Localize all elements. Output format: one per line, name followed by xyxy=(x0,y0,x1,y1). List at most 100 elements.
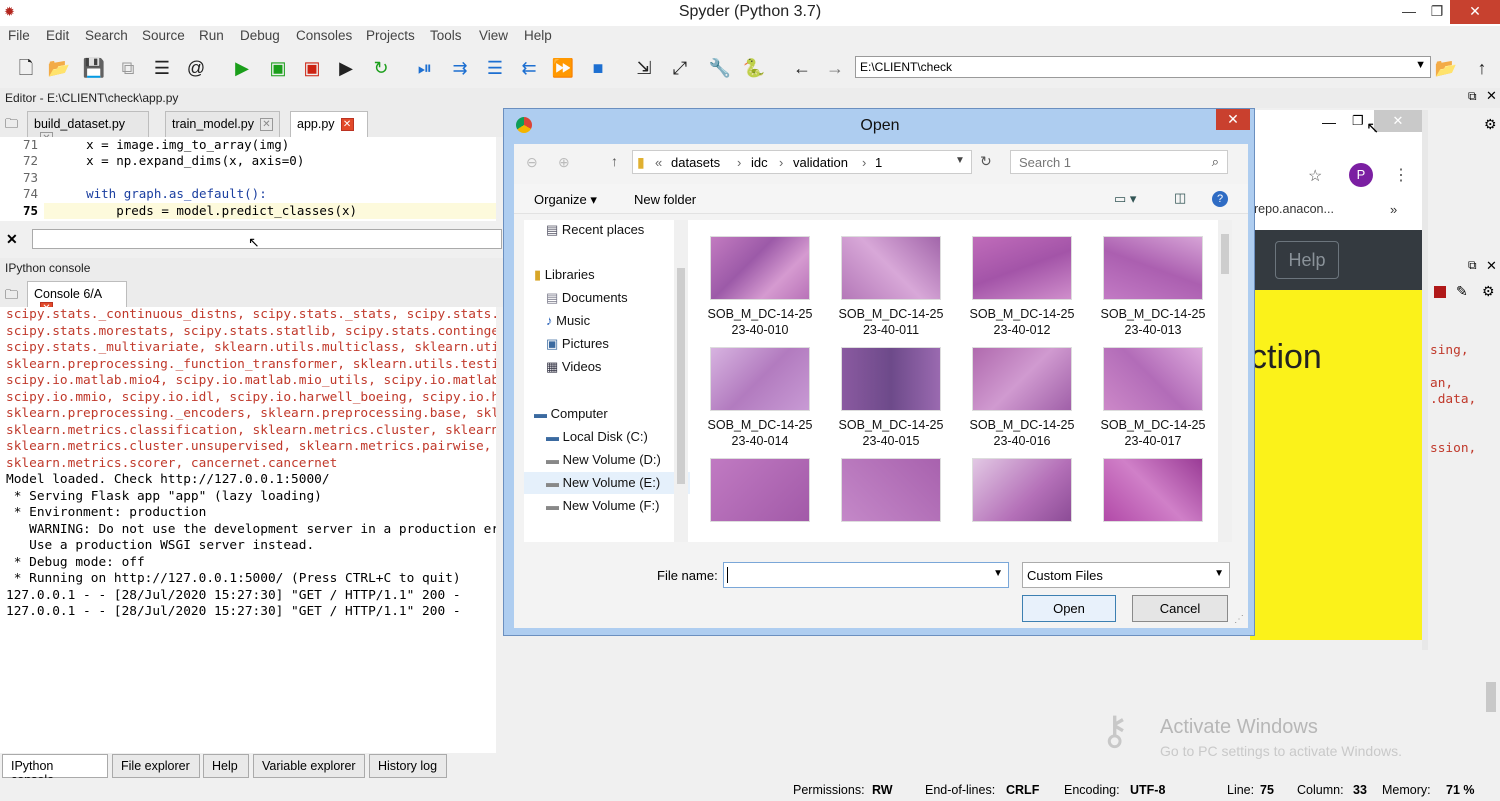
menu-debug[interactable]: Debug xyxy=(240,28,280,43)
file-name[interactable]: SOB_M_DC-14-25 23-40-013 xyxy=(1088,306,1218,338)
nav-computer[interactable]: ▬ Computer xyxy=(534,406,608,421)
file-name[interactable]: SOB_M_DC-14-25 23-40-010 xyxy=(695,306,825,338)
back-arrow-icon[interactable]: ← xyxy=(790,56,814,80)
continue-icon[interactable]: ⏩ xyxy=(551,56,575,80)
dialog-close-button[interactable]: ✕ xyxy=(1216,109,1250,130)
back-icon[interactable]: ⊖ xyxy=(526,154,538,171)
preferences-wrench-icon[interactable]: 🔧 xyxy=(708,56,732,80)
overflow-icon[interactable]: « xyxy=(655,155,662,170)
at-icon[interactable]: @ xyxy=(184,56,208,80)
tab-ipython-console[interactable]: IPython console xyxy=(2,754,108,787)
file-name[interactable]: SOB_M_DC-14-25 23-40-014 xyxy=(695,417,825,449)
kebab-menu-icon[interactable]: ⋮ xyxy=(1393,165,1409,185)
file-thumbnail[interactable] xyxy=(1103,236,1203,300)
python-path-icon[interactable]: 🐍 xyxy=(742,56,766,80)
preview-pane-icon[interactable]: ◫ xyxy=(1174,190,1186,206)
nav-volume-d[interactable]: ▬ New Volume (D:) xyxy=(546,452,661,467)
tab-file-explorer[interactable]: File explorer xyxy=(112,754,200,778)
stop-kernel-icon[interactable] xyxy=(1434,286,1446,298)
refresh-icon[interactable]: ↻ xyxy=(980,153,992,170)
up-folder-icon[interactable]: ↑ xyxy=(611,153,618,169)
list-icon[interactable]: ☰ xyxy=(150,56,174,80)
chevron-down-icon[interactable]: ▼ xyxy=(993,568,1003,579)
save-icon[interactable]: 💾 xyxy=(82,56,106,80)
file-thumbnail[interactable] xyxy=(710,347,810,411)
menu-edit[interactable]: Edit xyxy=(46,28,69,43)
view-options-icon[interactable]: ▭ ▾ xyxy=(1114,191,1136,207)
nav-scrollbar[interactable] xyxy=(674,220,688,542)
menu-file[interactable]: File xyxy=(8,28,30,43)
menu-projects[interactable]: Projects xyxy=(366,28,415,43)
file-thumbnail[interactable] xyxy=(710,458,810,522)
tab-variable-explorer[interactable]: Variable explorer xyxy=(253,754,365,778)
open-file-icon[interactable]: 📂 xyxy=(47,56,71,80)
fullscreen-icon[interactable]: ⤢ xyxy=(668,56,692,80)
stop-debug-icon[interactable]: ■ xyxy=(586,56,610,80)
code-editor[interactable]: 71 x = image.img_to_array(img) 72 x = np… xyxy=(0,137,496,221)
nav-volume-f[interactable]: ▬ New Volume (F:) xyxy=(546,498,659,513)
file-thumbnail[interactable] xyxy=(972,347,1072,411)
step-return-icon[interactable]: ⇇ xyxy=(517,56,541,80)
breadcrumb-datasets[interactable]: datasets xyxy=(671,155,720,170)
file-type-select[interactable]: Custom Files ▼ xyxy=(1022,562,1230,588)
nav-local-disk-c[interactable]: ▬ Local Disk (C:) xyxy=(546,429,648,444)
browser-close-button[interactable]: ✕ xyxy=(1374,110,1422,132)
step-icon[interactable]: ⇉ xyxy=(448,56,472,80)
menu-run[interactable]: Run xyxy=(199,28,224,43)
breadcrumb-idc[interactable]: idc xyxy=(751,155,768,170)
menu-view[interactable]: View xyxy=(479,28,508,43)
file-name[interactable]: SOB_M_DC-14-25 23-40-017 xyxy=(1088,417,1218,449)
file-thumbnail[interactable] xyxy=(972,236,1072,300)
breadcrumb-1[interactable]: 1 xyxy=(875,155,882,170)
browse-tabs-icon[interactable]: 🗀 xyxy=(5,115,18,137)
save-all-icon[interactable]: ⧉ xyxy=(116,56,140,80)
run-icon[interactable]: ▶ xyxy=(230,56,254,80)
nav-pictures[interactable]: ▣ Pictures xyxy=(546,336,609,352)
nav-volume-e[interactable]: ▬ New Volume (E:) xyxy=(546,475,660,490)
console-output[interactable]: scipy.stats._continuous_distns, scipy.st… xyxy=(0,307,496,753)
maximize-pane-icon[interactable]: ⇲ xyxy=(632,56,656,80)
file-thumbnail[interactable] xyxy=(1103,458,1203,522)
close-tab-icon[interactable]: ✕ xyxy=(260,118,273,132)
tab-console-6a[interactable]: Console 6/A✕ xyxy=(27,281,127,316)
menu-help[interactable]: Help xyxy=(524,28,552,43)
menu-source[interactable]: Source xyxy=(142,28,185,43)
close-button[interactable]: ✕ xyxy=(1450,0,1500,24)
file-thumbnail[interactable] xyxy=(972,458,1072,522)
file-thumbnail[interactable] xyxy=(710,236,810,300)
file-thumbnail[interactable] xyxy=(1103,347,1203,411)
bookmark-item[interactable]: repo.anacon... xyxy=(1254,202,1334,216)
menu-tools[interactable]: Tools xyxy=(430,28,462,43)
help-button[interactable]: Help xyxy=(1275,241,1339,279)
nav-videos[interactable]: ▦ Videos xyxy=(546,359,601,375)
file-thumbnail[interactable] xyxy=(841,458,941,522)
browse-folder-icon[interactable]: 📂 xyxy=(1434,56,1458,80)
chevron-down-icon[interactable]: ▼ xyxy=(1214,568,1224,579)
minimize-icon[interactable]: — xyxy=(1322,114,1336,130)
file-name[interactable]: SOB_M_DC-14-25 23-40-012 xyxy=(957,306,1087,338)
gear-icon[interactable]: ⚙ xyxy=(1482,283,1495,300)
tab-app[interactable]: app.py ✕ xyxy=(290,111,368,138)
resize-grip-icon[interactable]: ⋰ xyxy=(1234,614,1244,625)
breadcrumb[interactable]: ▮ « datasets › idc › validation › 1 ▼ xyxy=(632,150,972,174)
search-input[interactable]: Search 1 ⌕ xyxy=(1010,150,1228,174)
forward-icon[interactable]: ⊕ xyxy=(558,154,570,171)
help-icon[interactable]: ? xyxy=(1212,191,1228,207)
console-scrollbar[interactable] xyxy=(1484,312,1498,752)
star-icon[interactable]: ☆ xyxy=(1308,166,1322,186)
new-file-icon[interactable]: 🗋 xyxy=(14,56,38,80)
breadcrumb-validation[interactable]: validation xyxy=(793,155,848,170)
restore-icon[interactable]: ❐ xyxy=(1352,113,1364,129)
nav-recent-places[interactable]: ▤ Recent places xyxy=(546,222,644,238)
run-cell-icon[interactable]: ▣ xyxy=(266,56,290,80)
undock-icon[interactable]: ⧉ xyxy=(1468,258,1477,273)
working-directory-input[interactable]: E:\CLIENT\check ▼ xyxy=(855,56,1431,78)
parent-dir-icon[interactable]: ↑ xyxy=(1470,56,1494,80)
menu-search[interactable]: Search xyxy=(85,28,128,43)
chevron-down-icon[interactable]: ▼ xyxy=(955,155,965,166)
menu-consoles[interactable]: Consoles xyxy=(296,28,352,43)
new-folder-button[interactable]: New folder xyxy=(634,192,696,207)
file-thumbnail[interactable] xyxy=(841,236,941,300)
nav-documents[interactable]: ▤ Documents xyxy=(546,290,628,306)
avatar[interactable]: P xyxy=(1349,163,1373,187)
